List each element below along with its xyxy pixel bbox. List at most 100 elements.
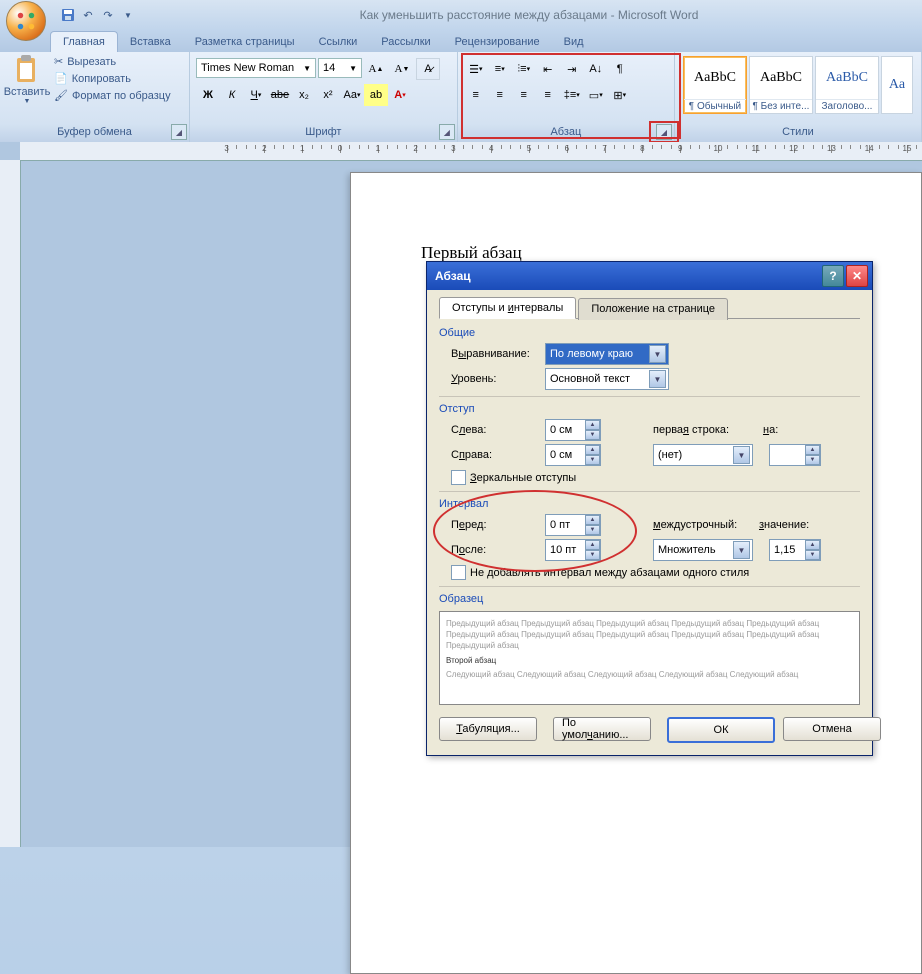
font-size-combo[interactable]: 14▼ [318,58,362,78]
align-label: Выравнивание: [451,348,539,360]
change-case-button[interactable]: Aa▾ [340,84,364,106]
paragraph-title: Абзац [464,126,668,140]
default-button[interactable]: По умолчанию... [553,717,651,741]
tab-home[interactable]: Главная [50,31,118,52]
mirror-indents-check[interactable]: Зеркальные отступы [451,470,860,485]
alignment-combo[interactable]: По левому краю▼ [545,343,669,365]
paragraph-launcher[interactable]: ◢ [656,124,672,140]
chevron-down-icon: ▼ [733,541,750,559]
style-heading[interactable]: AaBbCЗаголово... [815,56,879,114]
close-button[interactable]: ✕ [846,265,868,287]
redo-icon[interactable]: ↷ [100,7,116,23]
bold-button[interactable]: Ж [196,84,220,106]
after-label: После: [451,544,539,556]
office-button[interactable] [6,1,46,41]
grow-font-icon[interactable]: A▲ [364,58,388,80]
subscript-button[interactable]: x₂ [292,84,316,106]
align-left-button[interactable]: ≡ [464,84,488,106]
linespacing-value-spin[interactable]: 1,15▲▼ [769,539,821,561]
font-launcher[interactable]: ◢ [439,124,455,140]
save-icon[interactable] [60,7,76,23]
linespacing-combo[interactable]: Множитель▼ [653,539,753,561]
tab-view[interactable]: Вид [552,32,596,52]
checkbox-icon [451,470,466,485]
clipboard-launcher[interactable]: ◢ [171,124,187,140]
numbering-button[interactable]: ≡▾ [488,58,512,80]
tab-review[interactable]: Рецензирование [443,32,552,52]
style-normal[interactable]: AaBbC¶ Обычный [683,56,747,114]
tab-mailings[interactable]: Рассылки [369,32,442,52]
no-same-style-check[interactable]: Не добавлять интервал между абзацами одн… [451,565,860,580]
document-text[interactable]: Первый абзац [421,243,522,263]
paste-button[interactable]: Вставить ▼ [6,54,48,105]
styles-gallery[interactable]: AaBbC¶ Обычный AaBbC¶ Без инте... AaBbCЗ… [681,54,915,116]
vertical-ruler[interactable] [0,160,21,847]
underline-button[interactable]: Ч▾ [244,84,268,106]
copy-button[interactable]: 📄Копировать [52,71,173,86]
outline-level-combo[interactable]: Основной текст▼ [545,368,669,390]
paste-label: Вставить [4,86,51,98]
value-label: значение: [759,519,809,531]
align-center-button[interactable]: ≡ [488,84,512,106]
line-spacing-button[interactable]: ‡≡▾ [560,84,584,106]
tab-position[interactable]: Положение на странице [578,298,728,320]
style-no-spacing[interactable]: AaBbC¶ Без инте... [749,56,813,114]
indent-section-title: Отступ [439,403,860,415]
font-title: Шрифт [196,126,451,140]
clear-format-icon[interactable]: A̷ [416,58,440,80]
brush-icon: 🖌 [54,89,68,102]
ok-button[interactable]: ОК [667,717,775,743]
tab-layout[interactable]: Разметка страницы [183,32,307,52]
indent-dec-button[interactable]: ⇤ [536,58,560,80]
align-justify-button[interactable]: ≡ [536,84,560,106]
group-font: Times New Roman▼ 14▼ A▲ A▼ A̷ Ж К Ч▾ abe… [190,52,458,142]
firstline-by-spin[interactable]: ▲▼ [769,444,821,466]
indent-inc-button[interactable]: ⇥ [560,58,584,80]
undo-icon[interactable]: ↶ [80,7,96,23]
cut-button[interactable]: ✂Вырезать [52,54,173,69]
bullets-button[interactable]: ☰▾ [464,58,488,80]
help-button[interactable]: ? [822,265,844,287]
dialog-tabs: Отступы и интервалы Положение на страниц… [439,296,860,319]
cancel-button[interactable]: Отмена [783,717,881,741]
sample-section-title: Образец [439,593,860,605]
left-label: Слева: [451,424,539,436]
indent-right-spin[interactable]: 0 см▲▼ [545,444,601,466]
chevron-down-icon: ▼ [733,446,750,464]
qat-dropdown-icon[interactable]: ▼ [120,7,136,23]
dialog-titlebar[interactable]: Абзац ? ✕ [427,262,872,290]
title-bar: ↶ ↷ ▼ Как уменьшить расстояние между абз… [0,0,922,30]
clipboard-title: Буфер обмена [6,126,183,140]
tab-insert[interactable]: Вставка [118,32,183,52]
group-clipboard: Вставить ▼ ✂Вырезать 📄Копировать 🖌Формат… [0,52,190,142]
quick-access-toolbar: ↶ ↷ ▼ [60,7,136,23]
font-name-combo[interactable]: Times New Roman▼ [196,58,316,78]
strike-button[interactable]: abe [268,84,292,106]
tab-indents[interactable]: Отступы и интервалы [439,297,576,319]
superscript-button[interactable]: x² [316,84,340,106]
borders-button[interactable]: ⊞▾ [608,84,632,106]
shrink-font-icon[interactable]: A▼ [390,58,414,80]
indent-left-spin[interactable]: 0 см▲▼ [545,419,601,441]
horizontal-ruler[interactable]: 3210123456789101112131415 [20,142,922,161]
show-marks-button[interactable]: ¶ [608,58,632,80]
shading-button[interactable]: ▭▾ [584,84,608,106]
by-label: на: [763,424,778,436]
highlight-button[interactable]: ab [364,84,388,106]
spacing-before-spin[interactable]: 0 пт▲▼ [545,514,601,536]
tab-references[interactable]: Ссылки [307,32,370,52]
ribbon: Вставить ▼ ✂Вырезать 📄Копировать 🖌Формат… [0,52,922,143]
sort-button[interactable]: A↓ [584,58,608,80]
spacing-after-spin[interactable]: 10 пт▲▼ [545,539,601,561]
style-more[interactable]: Aa [881,56,913,114]
italic-button[interactable]: К [220,84,244,106]
format-painter-button[interactable]: 🖌Формат по образцу [52,88,173,103]
firstline-combo[interactable]: (нет)▼ [653,444,753,466]
chevron-down-icon: ▼ [649,345,666,363]
tabs-button[interactable]: Табуляция... [439,717,537,741]
font-color-button[interactable]: A▾ [388,84,412,106]
multilevel-button[interactable]: ⫶≡▾ [512,58,536,80]
align-right-button[interactable]: ≡ [512,84,536,106]
level-label: Уровень: [451,373,539,385]
scissors-icon: ✂ [54,55,63,68]
